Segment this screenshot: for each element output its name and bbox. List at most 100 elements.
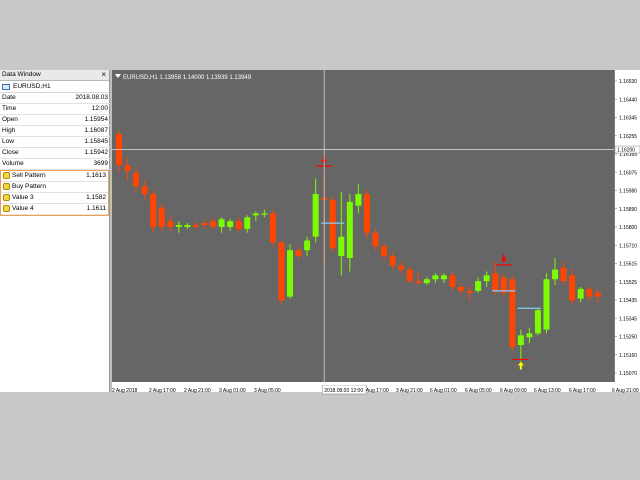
candle-body	[312, 194, 319, 237]
crosshair-time-marker: 2018.08.03 12:00	[321, 384, 367, 395]
price-tick-label: 1.16255	[619, 134, 637, 140]
price-tick-label: 1.15980	[619, 189, 637, 195]
candle-body	[423, 279, 430, 284]
time-label: 6 Aug 17:00	[569, 388, 596, 394]
row-label: Volume	[0, 158, 64, 170]
data-row: High 1.16087	[0, 125, 110, 137]
indicator-icon	[3, 171, 10, 179]
price-axis[interactable]: 1.16530 1.16440 1.16345 1.16255 1.16165 1.160…	[614, 70, 640, 392]
data-window-title-bar: Data Window ×	[0, 70, 109, 81]
candle-body	[526, 333, 533, 338]
indicator-value: 1.1613	[65, 171, 108, 182]
data-row: Low 1.15845	[0, 136, 110, 148]
candle-body	[269, 213, 276, 243]
candle-body	[543, 279, 550, 330]
candle-body	[252, 213, 259, 216]
candle-body	[449, 275, 456, 287]
time-axis-canvas: 2 Aug 2018 2 Aug 17:00 2 Aug 21:00 3 Aug 01…	[112, 384, 639, 395]
candle-body	[432, 275, 439, 280]
price-tick-label: 1.16075	[619, 170, 637, 176]
candle-body	[184, 225, 191, 227]
candle-body	[158, 207, 165, 227]
row-value: 2018.08.03	[64, 93, 110, 104]
time-label: 2 Aug 21:00	[184, 388, 211, 394]
candle-body	[475, 281, 482, 291]
indicator-row: Buy Pattern	[1, 181, 108, 193]
row-label: Date	[0, 93, 64, 104]
candle-body	[278, 242, 285, 301]
candle-body	[244, 217, 251, 229]
price-tick-label: 1.15250	[619, 335, 637, 341]
candle-body	[124, 165, 131, 171]
candle-body	[552, 269, 559, 280]
candle-body	[295, 250, 302, 256]
indicator-label: Value 4	[12, 205, 34, 212]
candle-body	[210, 221, 217, 227]
indicator-label: Value 3	[12, 194, 34, 201]
price-chart[interactable]: EURUSD,H1 1.13958 1.14000 1.13939 1.1394…	[112, 70, 614, 392]
time-label: 6 Aug 09:00	[500, 388, 527, 394]
price-tick-label: 1.15890	[619, 207, 637, 213]
price-tick-label: 1.15345	[619, 316, 637, 322]
row-label: Open	[0, 114, 64, 126]
candle-body	[218, 219, 225, 227]
row-value: 3699	[64, 158, 110, 170]
row-value: 1.15845	[64, 136, 110, 148]
candle-body	[235, 221, 242, 229]
candle-body	[287, 250, 293, 297]
time-label: 2 Aug 2018	[112, 388, 138, 394]
price-tick-label: 1.15525	[619, 280, 637, 286]
candle-body	[389, 256, 396, 266]
candle-body	[492, 273, 499, 291]
time-label: 6 Aug 13:00	[534, 388, 561, 394]
time-axis[interactable]: 2 Aug 2018 2 Aug 17:00 2 Aug 21:00 3 Aug 01…	[112, 382, 640, 395]
time-label: 6 Aug 05:00	[465, 388, 492, 394]
indicator-label: Sell Pattern	[12, 172, 46, 179]
candle-body	[560, 267, 567, 282]
candle-body	[466, 290, 473, 293]
candle-body	[167, 221, 174, 227]
indicator-icon	[3, 204, 10, 212]
indicator-values-box: Sell Pattern 1.1613 Buy Pattern Value 3 1.…	[0, 170, 109, 216]
candle-body	[141, 186, 148, 195]
time-label: 6 Aug 01:00	[430, 388, 457, 394]
candle-body	[175, 225, 182, 227]
candle-body	[483, 275, 490, 282]
ohlc-table: Date 2018.08.03 Time 12:00 Open 1.15954 Hig…	[0, 93, 110, 170]
symbol-label: EURUSD,H1	[13, 83, 51, 90]
candle-body	[586, 288, 593, 297]
time-label: 3 Aug 21:00	[396, 388, 423, 394]
candle-body	[363, 194, 370, 233]
terminal-window: Data Window × EURUSD,H1 Date 2018.08.03 T…	[0, 70, 640, 395]
data-row: Open 1.15954	[0, 114, 110, 126]
candle-body	[577, 288, 584, 299]
row-value: 12:00	[64, 103, 110, 115]
candle-body	[150, 194, 157, 227]
chart-header: EURUSD,H1 1.13958 1.14000 1.13939 1.1394…	[115, 74, 252, 81]
data-window-title: Data Window	[2, 71, 41, 78]
candle-body	[517, 335, 524, 346]
row-value: 1.15954	[64, 114, 110, 126]
candle-body	[594, 292, 601, 297]
row-value: 1.16087	[64, 125, 110, 137]
price-tick-label: 1.15160	[619, 353, 637, 359]
close-icon[interactable]: ×	[101, 70, 106, 80]
candle-body	[372, 232, 379, 247]
indicator-row: Value 4 1.1611	[1, 203, 108, 215]
time-labels: 2 Aug 2018 2 Aug 17:00 2 Aug 21:00 3 Aug 01…	[112, 388, 639, 394]
data-row: Date 2018.08.03	[0, 93, 110, 104]
indicator-value: 1.1582	[65, 192, 108, 204]
data-window-panel: Data Window × EURUSD,H1 Date 2018.08.03 T…	[0, 70, 110, 392]
candle-body	[534, 310, 541, 334]
price-tick-label: 1.16530	[619, 79, 637, 85]
chart-canvas[interactable]: EURUSD,H1 1.13958 1.14000 1.13939 1.1394…	[112, 70, 614, 382]
indicator-value	[65, 181, 108, 193]
candle-body	[406, 269, 413, 282]
indicator-icon	[3, 182, 10, 190]
time-label: 3 Aug 01:00	[219, 388, 246, 394]
price-tick-label: 1.15800	[619, 225, 637, 231]
row-value: 1.15942	[64, 147, 110, 159]
price-ticks: 1.165301.164401.163451.162551.161651.160…	[614, 79, 637, 377]
time-label: 6 Aug 21:00	[612, 388, 639, 394]
candle-body	[201, 223, 208, 226]
